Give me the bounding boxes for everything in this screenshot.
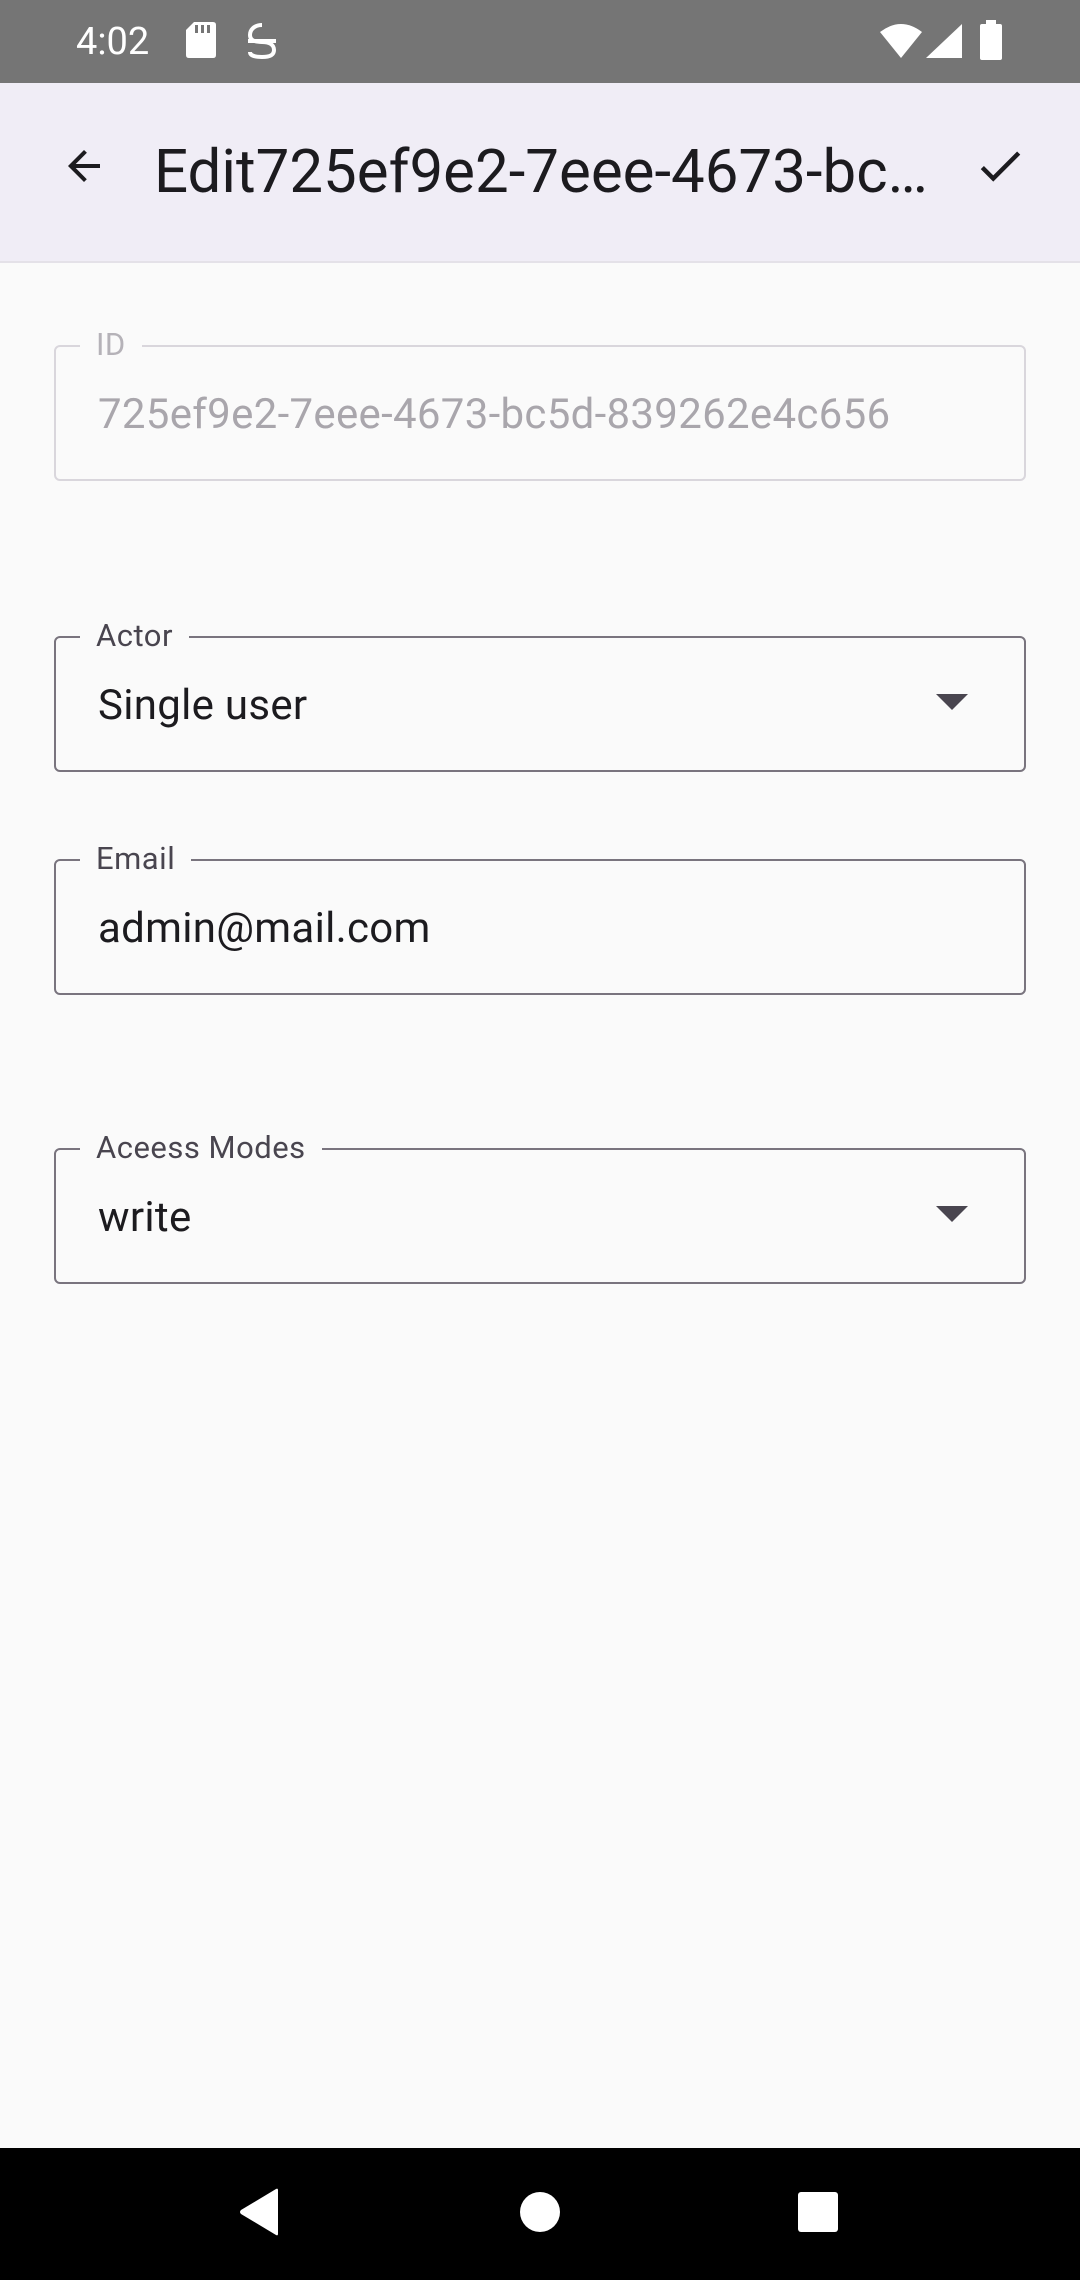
wifi-icon — [880, 24, 922, 62]
nav-recents-icon — [797, 2191, 839, 2237]
sd-card-icon — [186, 22, 216, 62]
status-time: 4:02 — [76, 20, 150, 64]
access-modes-dropdown[interactable]: Aceess Modes write — [54, 1128, 1026, 1284]
screen: 4:02 Edit725ef9e2-7eee-4673-bc5 ID 725ef… — [0, 0, 1080, 2280]
signal-icon — [926, 24, 962, 62]
nav-home-button[interactable] — [500, 2174, 580, 2254]
email-field[interactable]: Email admin@mail.com — [54, 839, 1026, 995]
top-app-bar: Edit725ef9e2-7eee-4673-bc5d-839262e4c656 — [0, 83, 1080, 263]
access-modes-dropdown-label: Aceess Modes — [80, 1128, 322, 1168]
id-field: ID 725ef9e2-7eee-4673-bc5d-839262e4c656 — [54, 325, 1026, 481]
battery-icon — [980, 20, 1002, 64]
email-field-value: admin@mail.com — [98, 904, 431, 953]
id-field-label: ID — [80, 325, 142, 365]
status-bar: 4:02 — [0, 0, 1080, 83]
email-field-label: Email — [80, 839, 192, 879]
back-button[interactable] — [44, 128, 124, 208]
check-icon — [973, 139, 1027, 197]
nav-back-icon — [238, 2188, 282, 2240]
arrow-back-icon — [60, 142, 108, 194]
actor-dropdown[interactable]: Actor Single user — [54, 616, 1026, 772]
nav-home-icon — [518, 2190, 562, 2238]
id-field-value: 725ef9e2-7eee-4673-bc5d-839262e4c656 — [98, 390, 891, 439]
access-modes-dropdown-value: write — [98, 1193, 192, 1242]
actor-dropdown-value: Single user — [98, 681, 308, 730]
app-notification-icon — [246, 22, 278, 64]
page-title: Edit725ef9e2-7eee-4673-bc5d-839262e4c656 — [154, 136, 934, 207]
dropdown-arrow-icon — [936, 1206, 968, 1222]
dropdown-arrow-icon — [936, 694, 968, 710]
save-button[interactable] — [960, 128, 1040, 208]
system-navigation-bar — [0, 2148, 1080, 2280]
actor-dropdown-label: Actor — [80, 616, 189, 656]
nav-recents-button[interactable] — [778, 2174, 858, 2254]
nav-back-button[interactable] — [220, 2174, 300, 2254]
